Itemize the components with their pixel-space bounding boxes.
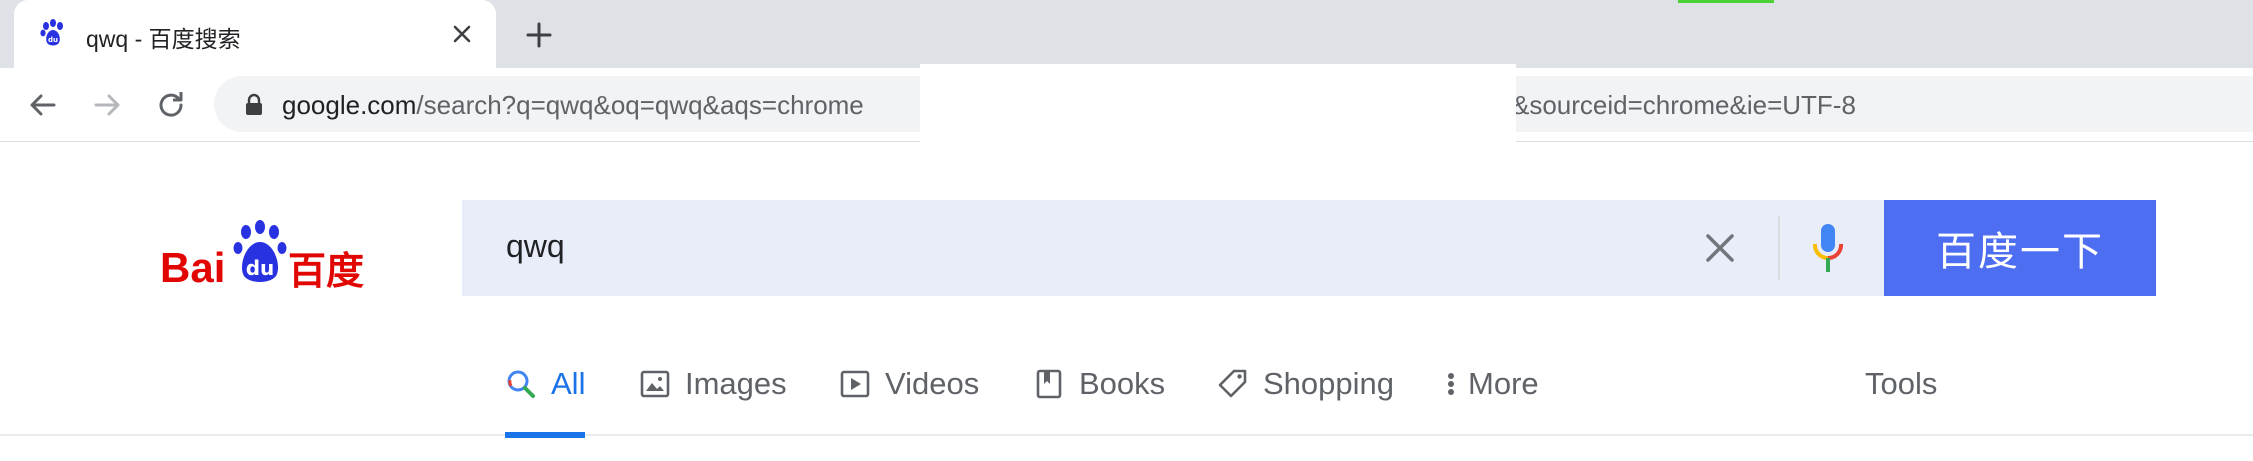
tab-shopping[interactable]: Shopping [1217,350,1394,436]
book-icon [1036,369,1062,399]
tag-icon [1218,369,1247,398]
tab-videos[interactable]: Videos [839,350,979,436]
search-tabs: All Images Videos Books Shopping More To… [0,350,2253,438]
tools-button[interactable]: Tools [1865,350,1937,436]
redacted-region [920,64,1516,150]
microphone-icon[interactable] [1810,222,1846,274]
tab-all[interactable]: All [505,350,586,438]
search-icon [507,370,535,398]
url-text-tail: &sourceid=chrome&ie=UTF-8 [1512,90,1856,120]
lock-icon [246,93,262,115]
forward-arrow-icon[interactable] [90,88,124,122]
video-icon [840,370,870,398]
tab-images[interactable]: Images [639,350,787,436]
reload-icon[interactable] [154,88,188,122]
tab-books[interactable]: Books [1033,350,1165,436]
back-arrow-icon[interactable] [26,88,60,122]
baidu-paw-icon: du [40,19,63,46]
image-icon [640,370,670,398]
search-input[interactable]: qwq [506,228,565,265]
baidu-logo[interactable]: Bai du 百度 [160,218,370,298]
tab-strip: du qwq - 百度搜索 [0,0,2253,68]
svg-text:百度: 百度 [288,249,364,293]
svg-text:Bai: Bai [160,244,225,291]
plus-icon[interactable] [522,18,556,52]
tab-title: qwq - 百度搜索 [86,26,241,52]
more-vert-icon [1448,373,1454,395]
search-box[interactable]: qwq [462,200,1886,296]
clear-icon[interactable] [1702,230,1738,266]
divider [1778,216,1780,280]
close-tab-icon[interactable] [450,22,474,46]
strip-accent [1678,0,1774,3]
url-text: google.com/search?q=qwq&oq=qwq&aqs=chrom… [282,90,864,120]
search-submit-button[interactable]: 百度一下 [1884,200,2156,296]
browser-tab[interactable]: du qwq - 百度搜索 [14,0,496,68]
svg-text:du: du [48,36,58,44]
tab-more[interactable]: More [1444,350,1539,436]
svg-text:du: du [246,256,275,280]
